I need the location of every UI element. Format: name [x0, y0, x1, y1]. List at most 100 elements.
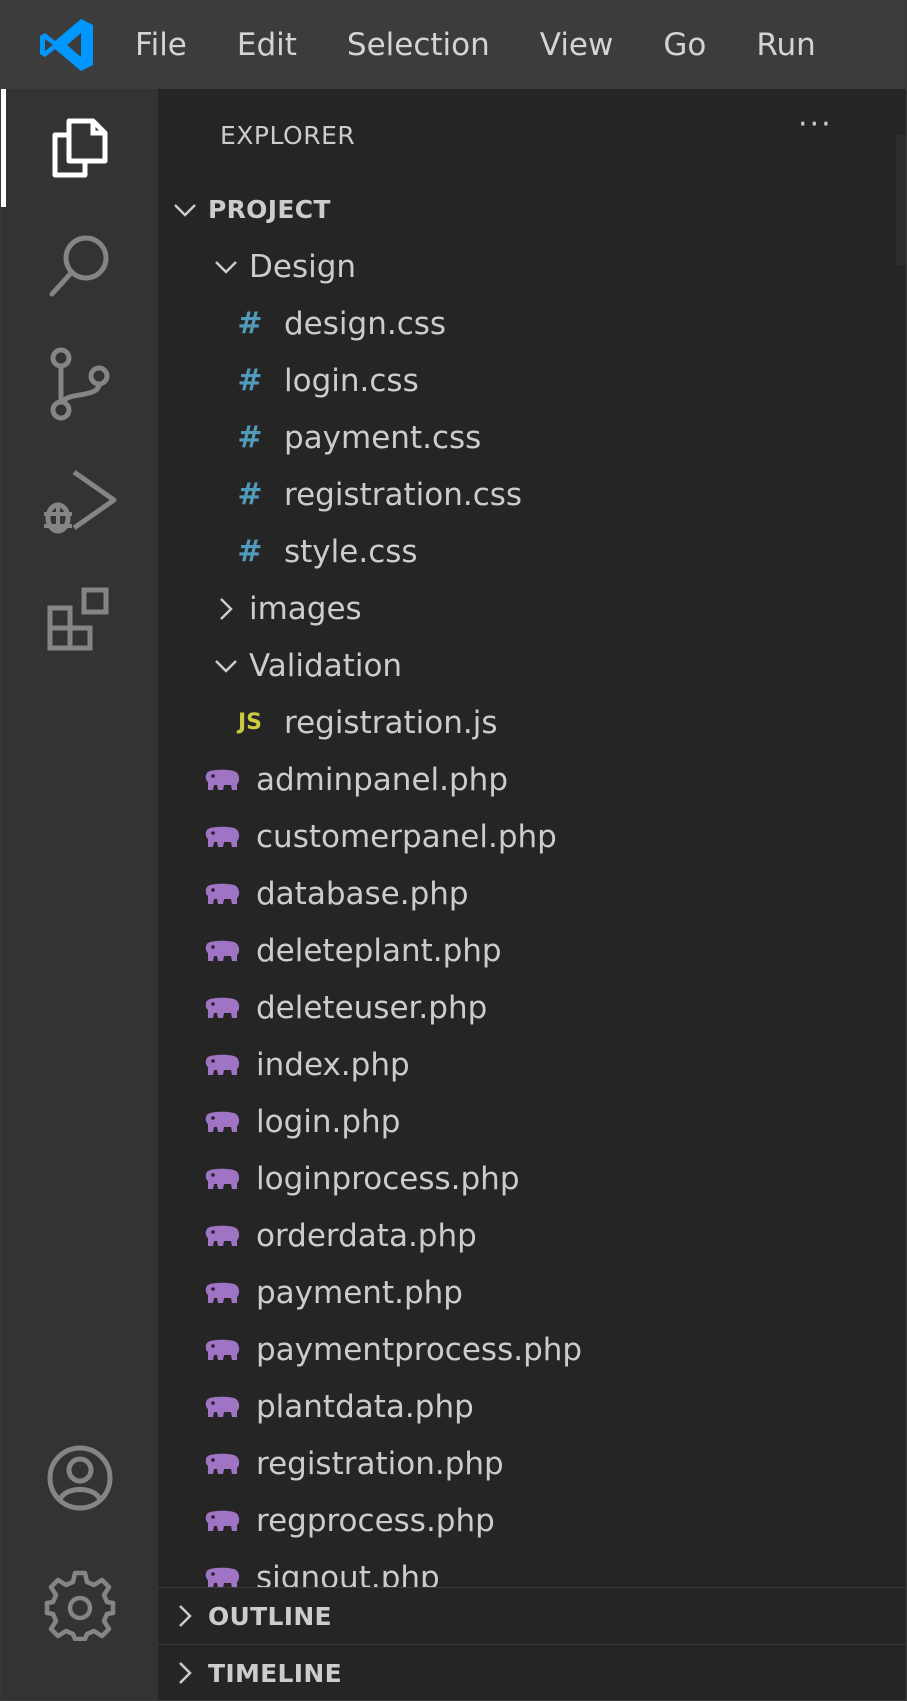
explorer-button[interactable]	[1, 89, 158, 207]
file-label: login.css	[284, 362, 419, 399]
tree-file[interactable]: JS registration.js	[158, 694, 906, 751]
php-elephant-icon	[202, 1281, 256, 1305]
sidebar-title: EXPLORER	[220, 120, 356, 150]
tree-folder-images[interactable]: images	[158, 580, 906, 637]
extensions-icon	[47, 587, 108, 651]
run-debug-icon	[43, 469, 116, 534]
tree-file[interactable]: # style.css	[158, 523, 906, 580]
tree-file[interactable]: orderdata.php	[158, 1207, 906, 1264]
explorer-sidebar: EXPLORER ··· PROJECT Design # design.css…	[158, 89, 906, 1700]
outline-label: OUTLINE	[208, 1601, 332, 1631]
tree-section-project[interactable]: PROJECT	[158, 181, 906, 238]
tree-file[interactable]: customerpanel.php	[158, 808, 906, 865]
tree-file[interactable]: deleteplant.php	[158, 922, 906, 979]
tree-file[interactable]: paymentprocess.php	[158, 1321, 906, 1378]
folder-label: Validation	[249, 647, 403, 684]
tree-file[interactable]: payment.php	[158, 1264, 906, 1321]
timeline-label: TIMELINE	[208, 1658, 342, 1688]
php-elephant-icon	[202, 1167, 256, 1191]
js-file-icon: JS	[237, 710, 263, 735]
menu-run[interactable]: Run	[756, 27, 815, 63]
file-label: design.css	[284, 305, 447, 342]
source-control-icon	[50, 347, 109, 421]
tree-file[interactable]: login.php	[158, 1093, 906, 1150]
php-elephant-icon	[202, 882, 256, 906]
more-actions-button[interactable]: ···	[798, 107, 833, 142]
folder-label: Design	[249, 248, 357, 285]
file-label: deleteplant.php	[256, 932, 502, 969]
php-elephant-icon	[202, 1224, 256, 1248]
tree-file[interactable]: # login.css	[158, 352, 906, 409]
file-label: index.php	[256, 1046, 410, 1083]
tree-file[interactable]: database.php	[158, 865, 906, 922]
file-label: regprocess.php	[256, 1502, 495, 1539]
chevron-right-icon	[179, 1605, 192, 1627]
activity-bar	[1, 89, 158, 1700]
file-label: payment.php	[256, 1274, 463, 1311]
tree-file[interactable]: adminpanel.php	[158, 751, 906, 808]
extensions-button[interactable]	[1, 561, 158, 679]
timeline-section[interactable]: TIMELINE	[158, 1644, 906, 1700]
chevron-right-icon	[220, 597, 233, 620]
php-elephant-icon	[202, 1338, 256, 1362]
file-tree: PROJECT Design # design.css # login.css …	[158, 181, 906, 1664]
file-label: style.css	[284, 533, 418, 570]
tree-folder-validation[interactable]: Validation	[158, 637, 906, 694]
project-label: PROJECT	[208, 195, 331, 224]
menu-go[interactable]: Go	[663, 27, 706, 63]
tree-file[interactable]: regprocess.php	[158, 1492, 906, 1549]
vscode-window: File Edit Selection View Go Run EXPLORER…	[0, 0, 907, 1701]
accounts-icon	[47, 1445, 112, 1511]
folder-label: images	[249, 590, 362, 627]
css-file-icon: #	[237, 420, 263, 455]
file-label: registration.css	[284, 476, 523, 513]
explorer-icon	[52, 118, 107, 178]
menu-edit[interactable]: Edit	[237, 27, 297, 63]
search-button[interactable]	[1, 207, 158, 325]
tree-file[interactable]: # payment.css	[158, 409, 906, 466]
file-label: registration.php	[256, 1445, 504, 1482]
vscode-logo-icon	[40, 19, 93, 71]
php-elephant-icon	[202, 1395, 256, 1419]
file-label: orderdata.php	[256, 1217, 477, 1254]
file-label: loginprocess.php	[256, 1160, 520, 1197]
php-elephant-icon	[202, 1509, 256, 1533]
file-label: adminpanel.php	[256, 761, 508, 798]
chevron-right-icon	[179, 1662, 192, 1684]
file-label: customerpanel.php	[256, 818, 557, 855]
css-file-icon: #	[237, 477, 263, 512]
tree-file[interactable]: loginprocess.php	[158, 1150, 906, 1207]
run-debug-button[interactable]	[1, 443, 158, 561]
file-label: payment.css	[284, 419, 482, 456]
tree-file[interactable]: registration.php	[158, 1435, 906, 1492]
php-elephant-icon	[202, 825, 256, 849]
accounts-button[interactable]	[1, 1419, 158, 1537]
menu-view[interactable]: View	[540, 27, 614, 63]
php-elephant-icon	[202, 1053, 256, 1077]
tree-file[interactable]: deleteuser.php	[158, 979, 906, 1036]
menu-selection[interactable]: Selection	[347, 27, 490, 63]
file-label: plantdata.php	[256, 1388, 474, 1425]
php-elephant-icon	[202, 768, 256, 792]
outline-section[interactable]: OUTLINE	[158, 1587, 906, 1644]
search-icon	[49, 235, 108, 297]
php-elephant-icon	[202, 996, 256, 1020]
php-elephant-icon	[202, 939, 256, 963]
chevron-down-icon	[215, 260, 237, 274]
css-file-icon: #	[237, 534, 263, 569]
source-control-button[interactable]	[1, 325, 158, 443]
php-elephant-icon	[202, 1566, 256, 1590]
tree-file[interactable]: # registration.css	[158, 466, 906, 523]
manage-button[interactable]	[1, 1545, 158, 1663]
chevron-down-icon	[174, 203, 196, 217]
file-label: registration.js	[284, 704, 498, 741]
tree-folder-design[interactable]: Design	[158, 238, 906, 295]
file-label: paymentprocess.php	[256, 1331, 583, 1368]
chevron-down-icon	[215, 659, 237, 673]
tree-file[interactable]: index.php	[158, 1036, 906, 1093]
tree-file[interactable]: # design.css	[158, 295, 906, 352]
php-elephant-icon	[202, 1110, 256, 1134]
file-label: deleteuser.php	[256, 989, 488, 1026]
tree-file[interactable]: plantdata.php	[158, 1378, 906, 1435]
menu-file[interactable]: File	[135, 27, 187, 63]
